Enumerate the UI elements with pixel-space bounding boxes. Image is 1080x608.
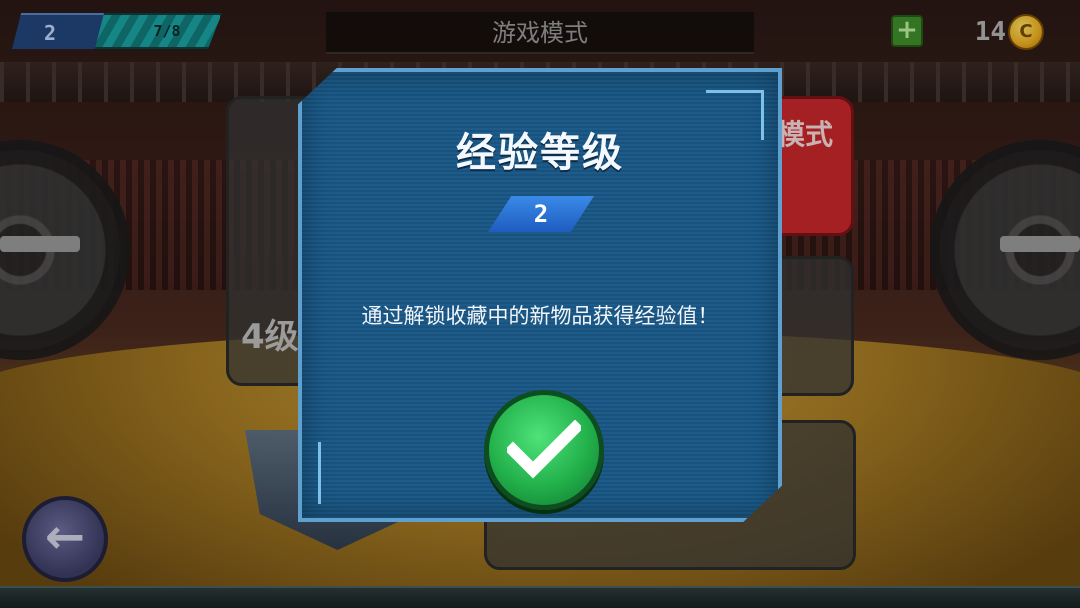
dialog-corner-decoration xyxy=(318,442,358,504)
dialog-message: 通过解锁收藏中的新物品获得经验值！ xyxy=(361,304,719,328)
checkmark-icon xyxy=(507,420,581,479)
experience-level-dialog: 经验等级 2 通过解锁收藏中的新物品获得经验值！ xyxy=(298,68,782,522)
dialog-title: 经验等级 xyxy=(456,130,624,176)
confirm-button[interactable] xyxy=(484,390,604,510)
level-badge: 2 xyxy=(488,196,594,232)
